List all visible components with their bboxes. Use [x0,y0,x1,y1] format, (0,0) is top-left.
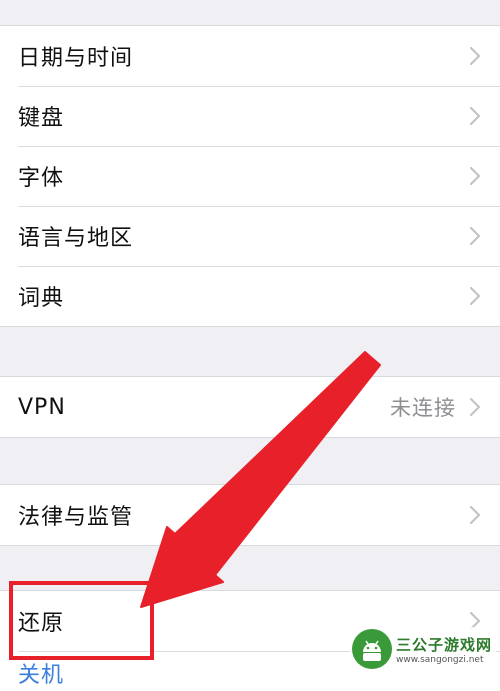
row-label: 字体 [18,166,65,191]
row-label: 法律与监管 [18,505,134,530]
chevron-right-icon [468,504,482,526]
watermark-url: www.sangongzi.net [395,654,484,665]
chevron-right-icon [468,225,482,247]
android-logo-icon [351,629,392,669]
row-label: 日期与时间 [18,46,134,71]
row-label: VPN [18,394,66,420]
chevron-right-icon [468,285,482,307]
settings-row-legal-regulatory[interactable]: 法律与监管 [0,485,500,545]
row-label: 词典 [18,286,65,311]
settings-group-legal: 法律与监管 [0,484,500,546]
settings-group-vpn: VPN 未连接 [0,376,500,438]
watermark: 三公子游戏网 www.sangongzi.net [349,627,496,671]
chevron-right-icon [468,45,482,67]
vpn-status-value: 未连接 [390,396,456,420]
watermark-text: 三公子游戏网 www.sangongzi.net [396,634,492,665]
watermark-title: 三公子游戏网 [395,635,492,654]
chevron-right-icon [468,105,482,127]
settings-row-keyboard[interactable]: 键盘 [0,86,500,146]
row-label: 键盘 [18,106,65,131]
settings-row-date-time[interactable]: 日期与时间 [0,26,500,86]
chevron-right-icon [468,396,482,418]
settings-row-fonts[interactable]: 字体 [0,146,500,206]
settings-row-dictionary[interactable]: 词典 [0,266,500,326]
settings-row-vpn[interactable]: VPN 未连接 [0,377,500,437]
settings-row-language-region[interactable]: 语言与地区 [0,206,500,266]
chevron-right-icon [468,165,482,187]
row-label: 语言与地区 [18,226,134,251]
settings-group-general: 日期与时间 键盘 字体 语言与地区 词典 [0,25,500,327]
